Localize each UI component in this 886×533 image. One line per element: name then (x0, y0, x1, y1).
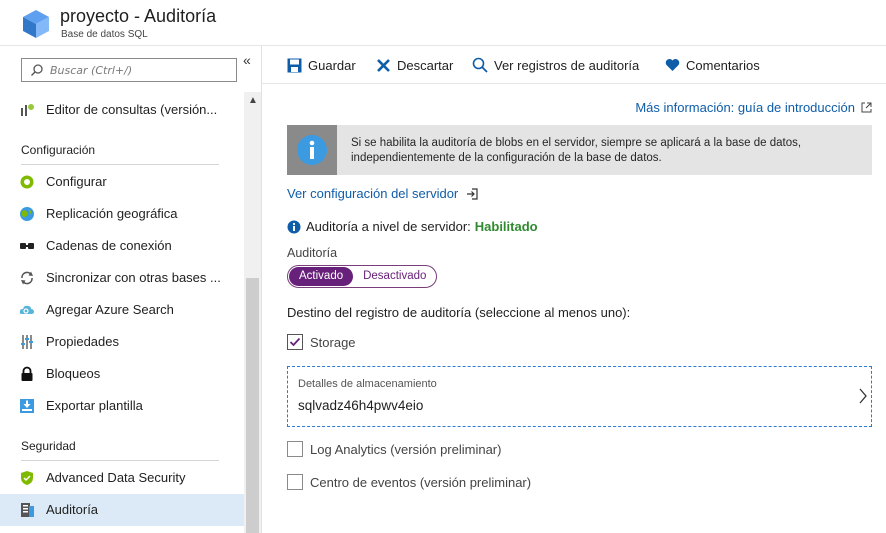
event-hub-checkbox-label: Centro de eventos (versión preliminar) (310, 474, 532, 490)
sidebar-item-label: Agregar Azure Search (46, 302, 174, 317)
shield-icon (21, 471, 33, 485)
sidebar-item-auditoria[interactable]: Auditoría (0, 494, 244, 526)
log-analytics-checkbox-row[interactable]: Log Analytics (versión preliminar) (287, 441, 501, 457)
section-title-seguridad: Seguridad (21, 439, 76, 453)
save-label: Guardar (308, 57, 356, 73)
query-editor-icon (21, 104, 34, 116)
sidebar-search[interactable] (21, 58, 237, 82)
destination-label: Destino del registro de auditoría (selec… (287, 305, 631, 320)
sidebar-item-cadenas[interactable]: Cadenas de conexión (0, 230, 244, 262)
page-title: proyecto - Auditoría (60, 6, 217, 26)
audit-toggle[interactable]: Activado Desactivado (287, 265, 438, 288)
close-icon (377, 58, 390, 72)
blade-header: proyecto - Auditoría Base de datos SQL (0, 0, 886, 46)
sidebar-item-label: Auditoría (46, 502, 99, 517)
sql-database-cube-icon (23, 10, 49, 38)
server-audit-status: Auditoría a nivel de servidor: Habilitad… (287, 219, 538, 234)
server-audit-status-label: Auditoría a nivel de servidor: (306, 219, 471, 234)
log-analytics-checkbox-label: Log Analytics (versión preliminar) (310, 441, 502, 457)
properties-icon (21, 335, 33, 349)
sidebar-item-replicacion[interactable]: Replicación geográfica (0, 198, 244, 230)
section-divider (21, 164, 219, 165)
sidebar-scrollbar[interactable]: ▲ (244, 92, 261, 533)
sidebar-item-propiedades[interactable]: Propiedades (0, 326, 244, 358)
search-input[interactable] (50, 62, 230, 78)
sidebar-item-label: Configurar (46, 174, 107, 189)
open-blade-icon (467, 187, 478, 200)
sidebar-item-advanced-data-security[interactable]: Advanced Data Security (0, 462, 244, 494)
feedback-label: Comentarios (686, 57, 760, 73)
storage-checkbox-label: Storage (310, 334, 356, 350)
export-template-icon (20, 399, 34, 413)
storage-checkbox[interactable] (287, 334, 303, 350)
section-divider (21, 460, 219, 461)
info-icon (297, 135, 327, 165)
sync-icon (21, 271, 33, 285)
feedback-button[interactable]: Comentarios (665, 56, 760, 74)
audit-field-label: Auditoría (287, 246, 338, 260)
sidebar-item-label: Editor de consultas (versión... (46, 102, 218, 117)
sidebar-item-label: Sincronizar con otras bases ... (46, 270, 221, 285)
storage-details-selector[interactable]: Detalles de almacenamiento sqlvadz46h4pw… (287, 366, 872, 427)
sidebar-item-exportar[interactable]: Exportar plantilla (0, 390, 244, 422)
info-banner-text: Si se habilita la auditoría de blobs en … (351, 137, 802, 164)
sidebar-item-label: Exportar plantilla (46, 398, 143, 413)
sidebar-item-sincronizar[interactable]: Sincronizar con otras bases ... (0, 262, 244, 294)
search-icon (31, 64, 43, 76)
command-bar: Guardar Descartar Ver registros de audit… (262, 46, 886, 84)
toggle-off-option[interactable]: Desactivado (353, 267, 436, 286)
discard-label: Descartar (397, 57, 454, 73)
collapse-sidebar-button[interactable]: « (243, 52, 251, 68)
view-audit-logs-button[interactable]: Ver registros de auditoría (472, 56, 639, 74)
storage-checkbox-row[interactable]: Storage (287, 334, 356, 350)
connection-strings-icon (20, 243, 34, 249)
globe-icon (20, 207, 34, 221)
sidebar-item-label: Replicación geográfica (46, 206, 178, 221)
info-icon (287, 220, 301, 233)
heart-icon (665, 59, 680, 71)
event-hub-checkbox-row[interactable]: Centro de eventos (versión preliminar) (287, 474, 531, 490)
page-subtitle: Base de datos SQL (61, 29, 148, 40)
checkmark-icon (289, 337, 301, 347)
server-settings-label: Ver configuración del servidor (287, 186, 459, 201)
sidebar-item-label: Cadenas de conexión (46, 238, 172, 253)
save-button[interactable]: Guardar (287, 56, 356, 74)
audit-icon (21, 503, 34, 517)
info-banner-icon-box (287, 125, 337, 175)
discard-button[interactable]: Descartar (376, 56, 453, 74)
sidebar-item-bloqueos[interactable]: Bloqueos (0, 358, 244, 390)
sidebar-item-label: Propiedades (46, 334, 119, 349)
toggle-on-option[interactable]: Activado (289, 267, 354, 286)
save-icon (287, 58, 302, 72)
view-audit-logs-label: Ver registros de auditoría (494, 57, 640, 73)
more-info-label: Más información: guía de introducción (635, 100, 855, 115)
scrollbar-thumb[interactable] (246, 278, 259, 533)
sidebar: « ▲ Editor de consultas (versión... Conf… (0, 46, 262, 533)
section-title-configuracion: Configuración (21, 143, 96, 157)
storage-details-value: sqlvadz46h4pwv4eio (298, 398, 424, 413)
sidebar-item-label: Bloqueos (46, 366, 101, 381)
search-icon (472, 57, 488, 73)
scroll-up-arrow-icon[interactable]: ▲ (248, 95, 258, 106)
sidebar-item-configurar[interactable]: Configurar (0, 166, 244, 198)
server-audit-status-value: Habilitado (474, 219, 538, 234)
configure-icon (20, 175, 34, 189)
info-banner: Si se habilita la auditoría de blobs en … (287, 125, 872, 175)
sidebar-item-azure-search[interactable]: Agregar Azure Search (0, 294, 244, 326)
server-settings-link[interactable]: Ver configuración del servidor (287, 186, 478, 201)
event-hub-checkbox[interactable] (287, 474, 303, 490)
storage-details-label: Detalles de almacenamiento (298, 378, 437, 390)
external-link-icon (861, 102, 872, 113)
log-analytics-checkbox[interactable] (287, 441, 303, 457)
more-info-link[interactable]: Más información: guía de introducción (635, 100, 872, 115)
sidebar-item-query-editor[interactable]: Editor de consultas (versión... (0, 94, 244, 126)
sidebar-item-label: Advanced Data Security (46, 470, 186, 485)
chevron-right-icon (859, 388, 867, 404)
lock-icon (21, 366, 33, 381)
cloud-search-icon (19, 305, 34, 314)
